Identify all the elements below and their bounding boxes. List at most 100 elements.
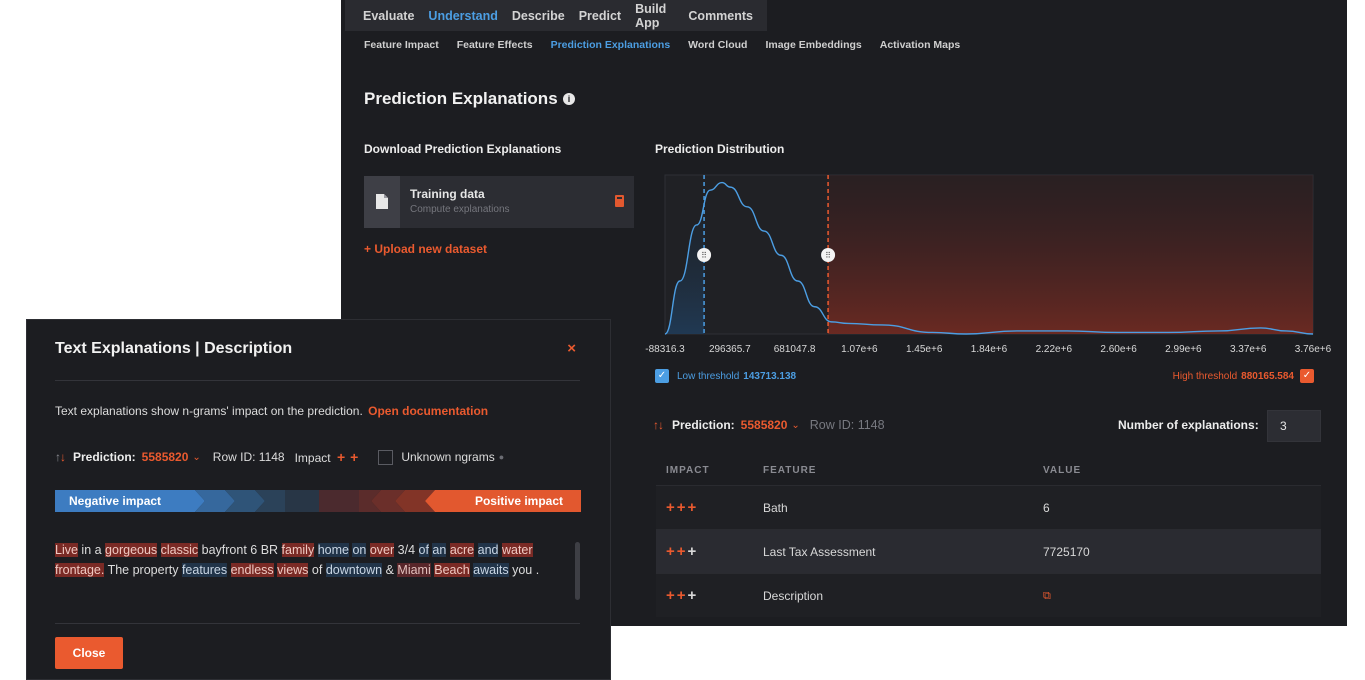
feature-cell: Description <box>763 588 824 603</box>
compute-explanations-link[interactable]: Compute explanations <box>410 204 510 215</box>
scrollbar[interactable] <box>575 542 580 600</box>
ngram-token[interactable]: acre <box>449 543 475 557</box>
ngram-token[interactable]: and <box>477 543 499 557</box>
ngram-token[interactable]: of <box>418 543 429 557</box>
negative-impact-label: Negative impact <box>69 494 162 508</box>
close-icon[interactable]: × <box>567 340 576 357</box>
ngram-token[interactable]: Miami <box>397 562 431 577</box>
training-data-card[interactable]: Training data Compute explanations <box>364 176 634 228</box>
ngram-token[interactable]: Beach <box>434 562 470 577</box>
info-icon[interactable]: i <box>563 93 575 105</box>
tab-predict[interactable]: Predict <box>579 9 621 23</box>
highlighted-text: Live in a gorgeous classic bayfront 6 BR… <box>55 541 573 580</box>
x-tick-label: 2.22e+6 <box>1036 344 1073 355</box>
high-threshold-value: 880165.584 <box>1241 370 1294 382</box>
text-segment: of <box>308 562 326 577</box>
table-row: + + + Bath 6 <box>656 485 1321 529</box>
external-link-icon[interactable]: ⧉ <box>1043 590 1051 602</box>
card-title: Training data <box>410 187 485 201</box>
x-tick-label: -88316.3 <box>645 344 685 355</box>
unknown-ngrams-checkbox[interactable] <box>378 449 394 465</box>
sub-nav: Feature Impact Feature Effects Predictio… <box>364 39 978 51</box>
subtab-prediction-explanations[interactable]: Prediction Explanations <box>551 39 671 51</box>
upload-new-dataset-link[interactable]: + Upload new dataset <box>364 242 487 256</box>
plus-icon: + <box>687 543 697 560</box>
tab-comments[interactable]: Comments <box>688 9 753 23</box>
x-tick-label: 1.07e+6 <box>841 344 878 355</box>
x-tick-label: 1.84e+6 <box>971 344 1008 355</box>
chevron-down-icon[interactable]: ⌄ <box>192 452 200 463</box>
plus-icon: + <box>666 543 675 560</box>
low-threshold-value: 143713.138 <box>743 370 797 382</box>
positive-impact-label: Positive impact <box>474 494 563 508</box>
prediction-distribution-chart: ⠿ ⠿ -88316.3 296365.7 681047.8 1.07e+6 1.45e+6… <box>637 163 1343 363</box>
sort-arrows-icon[interactable]: ↑↓ <box>55 450 66 464</box>
download-heading: Download Prediction Explanations <box>364 142 562 156</box>
ngram-token[interactable]: on <box>352 543 367 557</box>
prediction-value[interactable]: 5585820 <box>741 418 788 432</box>
drag-handle-icon: ⠿ <box>701 251 707 260</box>
text-explanations-modal: Text Explanations | Description × Text e… <box>26 319 611 680</box>
ngram-token[interactable]: endless <box>230 562 274 577</box>
feature-cell: Last Tax Assessment <box>763 544 876 559</box>
chevron-down-icon[interactable]: ⌄ <box>791 420 799 431</box>
text-segment: y <box>508 562 519 577</box>
low-threshold-label: Low threshold <box>677 370 740 382</box>
plus-icon: + <box>687 587 697 604</box>
plus-icon: + <box>676 543 686 560</box>
num-explanations-input[interactable]: 3 <box>1267 410 1321 442</box>
plus-icon: + <box>666 499 675 516</box>
explanations-table: IMPACT FEATURE VALUE + + + Bath 6 + + + Last… <box>656 455 1321 617</box>
high-threshold-checkbox[interactable]: ✓ <box>1300 369 1314 383</box>
plus-icon: + <box>666 587 675 604</box>
ngram-token[interactable]: home <box>317 543 349 557</box>
tab-describe[interactable]: Describe <box>512 9 565 23</box>
modal-prediction-row: ↑↓ Prediction: 5585820 ⌄ Row ID: 1148 Im… <box>55 449 504 465</box>
ngram-token[interactable]: features <box>181 562 228 577</box>
low-threshold-checkbox[interactable]: ✓ <box>655 369 669 383</box>
feature-cell: Bath <box>763 500 788 515</box>
plus-icon: + <box>350 449 359 465</box>
x-tick-label: 3.37e+6 <box>1230 344 1267 355</box>
x-tick-label: 3.76e+6 <box>1295 344 1332 355</box>
high-threshold-label: High threshold <box>1172 370 1238 382</box>
subtab-image-embeddings[interactable]: Image Embeddings <box>765 39 861 51</box>
info-dot-icon[interactable]: ● <box>499 452 504 462</box>
ngram-token[interactable]: over <box>369 543 395 557</box>
ngram-token[interactable]: wate <box>501 543 529 557</box>
prediction-label: Prediction: <box>73 450 136 464</box>
ngram-token[interactable]: Live <box>55 543 78 557</box>
file-icon <box>364 176 400 228</box>
calculator-icon[interactable] <box>615 195 624 207</box>
subtab-feature-effects[interactable]: Feature Effects <box>457 39 533 51</box>
drag-handle-icon: ⠿ <box>825 251 831 260</box>
sort-arrows-icon[interactable]: ↑↓ <box>653 418 664 432</box>
header-value: VALUE <box>1043 464 1082 476</box>
ngram-token[interactable]: classic <box>160 543 199 557</box>
modal-title: Text Explanations | Description <box>55 340 293 357</box>
distribution-heading: Prediction Distribution <box>655 142 785 156</box>
prediction-value[interactable]: 5585820 <box>142 450 189 464</box>
subtab-feature-impact[interactable]: Feature Impact <box>364 39 439 51</box>
ngram-token[interactable]: an <box>432 543 447 557</box>
high-region <box>828 175 1313 334</box>
subtab-word-cloud[interactable]: Word Cloud <box>688 39 747 51</box>
impact-cell: + + + <box>656 543 763 560</box>
text-segment: & <box>382 562 398 577</box>
tab-build-app[interactable]: Build App <box>635 2 674 30</box>
prediction-row: ↑↓ Prediction: 5585820 ⌄ Row ID: 1148 <box>653 418 885 432</box>
ngram-token[interactable]: family <box>281 543 315 557</box>
ngram-token[interactable]: views <box>277 562 309 577</box>
open-documentation-link[interactable]: Open documentation <box>368 404 488 418</box>
ngram-token[interactable]: downtown <box>325 562 383 577</box>
tab-evaluate[interactable]: Evaluate <box>363 9 414 23</box>
subtab-activation-maps[interactable]: Activation Maps <box>880 39 961 51</box>
ngram-token[interactable]: awaits <box>473 562 509 577</box>
value-cell: 7725170 <box>1043 544 1090 559</box>
close-button[interactable]: Close <box>55 637 123 669</box>
tab-understand[interactable]: Understand <box>428 9 497 23</box>
ngram-token[interactable]: gorgeous <box>105 543 158 557</box>
row-id: Row ID: 1148 <box>212 450 285 464</box>
impact-filter[interactable]: Impact + + <box>295 449 361 465</box>
text-segment: bayfront 6 BR <box>198 543 282 557</box>
